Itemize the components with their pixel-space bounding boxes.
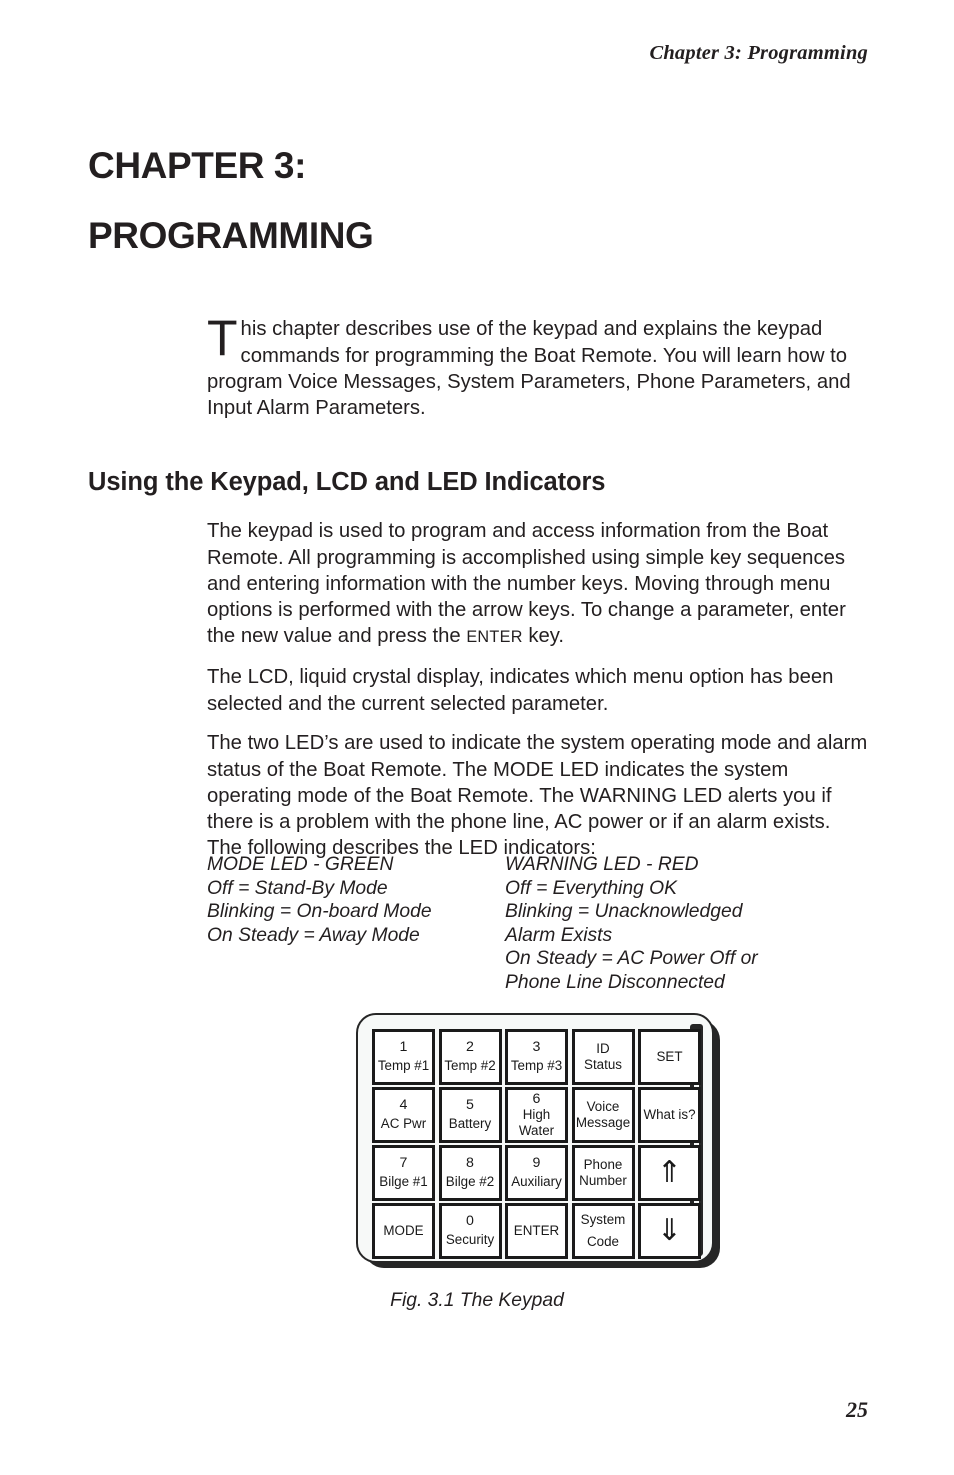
paragraph-leds: The two LED’s are used to indicate the s… — [207, 732, 868, 860]
keypad-key-label: Temp #2 — [444, 1058, 496, 1074]
intro-text: his chapter describes use of the keypad … — [207, 318, 851, 419]
chapter-title-line2: PROGRAMMING — [88, 214, 374, 256]
keypad-key-grid: 1 Temp #1 2 Temp #2 3 Temp #3 ID Status SET 4 AC P… — [372, 1029, 701, 1259]
paragraph-keypad: The keypad is used to program and access… — [207, 518, 869, 650]
enter-key-reference: ENTER — [466, 628, 523, 647]
keypad-key-label: Temp #1 — [377, 1058, 430, 1074]
keypad-key-5[interactable]: 5 Battery — [438, 1087, 502, 1143]
figure-caption: Fig. 3.1 The Keypad — [390, 1290, 564, 1311]
mode-led-indicator-list: MODE LED - GREEN Off = Stand-By Mode Bli… — [207, 854, 432, 946]
keypad-key-number: 7 — [399, 1155, 408, 1171]
keypad-key-3[interactable]: 3 Temp #3 — [505, 1029, 568, 1085]
keypad-key-what-is[interactable]: What is? — [638, 1087, 701, 1143]
keypad-key-label: What is? — [643, 1107, 696, 1123]
keypad-key-4[interactable]: 4 AC Pwr — [372, 1087, 435, 1143]
arrow-down-icon: ⇓ — [656, 1212, 683, 1248]
keypad-key-arrow-up[interactable]: ⇑ — [638, 1145, 701, 1201]
keypad-bezel: 1 Temp #1 2 Temp #2 3 Temp #3 ID Status SET 4 AC P… — [356, 1013, 714, 1263]
keypad-key-label: Message — [575, 1114, 631, 1130]
keypad-key-2[interactable]: 2 Temp #2 — [438, 1029, 502, 1085]
keypad-key-number: 3 — [532, 1039, 541, 1055]
drop-cap: T — [207, 310, 238, 367]
keypad-key-enter[interactable]: ENTER — [505, 1203, 568, 1259]
intro-paragraph: This chapter describes use of the keypad… — [207, 310, 867, 421]
keypad-key-mode[interactable]: MODE — [372, 1203, 435, 1259]
keypad-key-label: Voice — [586, 1099, 620, 1115]
keypad-key-label: Code — [586, 1233, 619, 1249]
section-heading: Using the Keypad, LCD and LED Indicators — [88, 468, 606, 497]
keypad-key-label: Bilge #1 — [379, 1174, 428, 1190]
page-number: 25 — [846, 1397, 868, 1422]
keypad-key-number: 2 — [466, 1039, 474, 1055]
keypad-key-number: 8 — [466, 1155, 474, 1171]
keypad-key-arrow-down[interactable]: ⇓ — [638, 1203, 701, 1259]
keypad-key-phone-number[interactable]: Phone Number — [571, 1145, 635, 1201]
keypad-key-number: 5 — [466, 1097, 474, 1113]
warning-led-indicator-list: WARNING LED - RED Off = Everything OK Bl… — [505, 854, 758, 993]
keypad-key-label: Auxiliary — [511, 1174, 562, 1190]
keypad-key-number: 4 — [399, 1097, 408, 1113]
keypad-key-label: Temp #3 — [510, 1058, 563, 1074]
keypad-figure: 1 Temp #1 2 Temp #2 3 Temp #3 ID Status SET 4 AC P… — [352, 1008, 732, 1278]
keypad-key-label: MODE — [383, 1223, 424, 1239]
keypad-key-label: Bilge #2 — [445, 1174, 495, 1190]
keypad-key-label: Security — [445, 1232, 495, 1248]
keypad-key-number: 9 — [532, 1155, 541, 1171]
keypad-key-number: 6 — [532, 1091, 541, 1108]
keypad-key-label: Phone — [583, 1157, 623, 1173]
paragraph-lcd: The LCD, liquid crystal display, indicat… — [207, 666, 834, 715]
keypad-key-number: 1 — [399, 1039, 408, 1055]
keypad-key-label: Status — [584, 1056, 622, 1072]
keypad-key-label: Water — [518, 1122, 555, 1138]
keypad-key-label: System — [580, 1212, 626, 1228]
keypad-key-0[interactable]: 0 Security — [438, 1203, 502, 1259]
keypad-key-label: Battery — [448, 1116, 492, 1132]
keypad-key-id-status[interactable]: ID Status — [571, 1029, 635, 1085]
keypad-key-7[interactable]: 7 Bilge #1 — [372, 1145, 435, 1201]
keypad-key-voice-message[interactable]: Voice Message — [571, 1087, 635, 1143]
keypad-key-label: ID — [596, 1041, 610, 1057]
keypad-key-label: AC Pwr — [380, 1116, 427, 1132]
keypad-key-set[interactable]: SET — [638, 1029, 701, 1085]
keypad-key-label: SET — [656, 1049, 683, 1065]
keypad-key-6[interactable]: 6 High Water — [505, 1087, 568, 1143]
running-head: Chapter 3: Programming — [649, 42, 868, 64]
arrow-up-icon: ⇑ — [656, 1154, 683, 1190]
keypad-key-9[interactable]: 9 Auxiliary — [505, 1145, 568, 1201]
keypad-key-label: Number — [579, 1172, 627, 1188]
keypad-key-label: High — [522, 1107, 551, 1123]
keypad-key-1[interactable]: 1 Temp #1 — [372, 1029, 435, 1085]
paragraph-keypad-part2: key. — [522, 625, 565, 648]
keypad-key-label: ENTER — [513, 1223, 560, 1239]
chapter-title-line1: CHAPTER 3: — [88, 144, 307, 186]
keypad-key-system-code[interactable]: System Code — [571, 1203, 635, 1259]
keypad-key-8[interactable]: 8 Bilge #2 — [438, 1145, 502, 1201]
keypad-key-number: 0 — [466, 1213, 474, 1229]
